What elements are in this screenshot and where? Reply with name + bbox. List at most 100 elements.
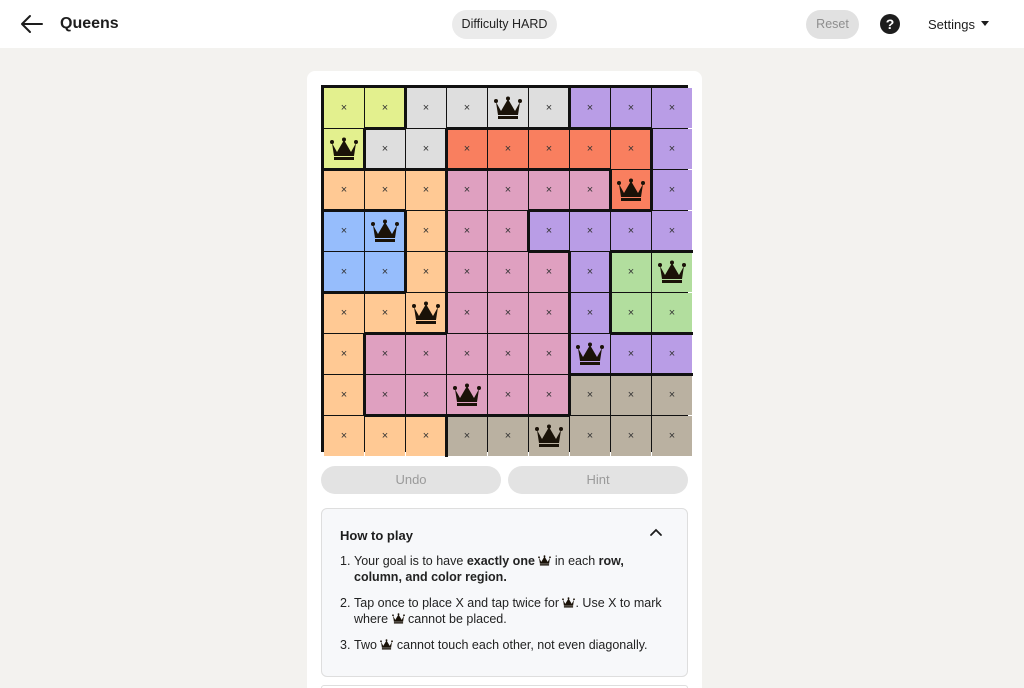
board-cell[interactable]: × [611,252,651,292]
board-cell[interactable]: × [570,88,610,128]
board-cell[interactable]: × [611,375,651,415]
x-mark: × [340,430,348,442]
board-cell[interactable]: × [365,252,405,292]
board-cell[interactable]: × [324,416,364,456]
board-cell[interactable]: × [611,88,651,128]
board-cell[interactable]: × [406,88,446,128]
board-cell[interactable] [406,293,446,333]
x-mark: × [545,184,553,196]
board-cell[interactable]: × [365,334,405,374]
board-cell[interactable]: × [447,170,487,210]
board-cell[interactable] [447,375,487,415]
board-cell[interactable]: × [652,375,692,415]
board-cell[interactable]: × [324,293,364,333]
reset-button[interactable]: Reset [806,10,859,39]
x-mark: × [422,225,430,237]
board-cell[interactable] [324,129,364,169]
x-mark: × [422,266,430,278]
board-cell[interactable]: × [570,252,610,292]
x-mark: × [668,389,676,401]
board-cell[interactable]: × [488,416,528,456]
board-cell[interactable] [529,416,569,456]
board-cell[interactable]: × [652,334,692,374]
board-cell[interactable]: × [611,416,651,456]
hint-button[interactable]: Hint [508,466,688,494]
board-cell[interactable]: × [529,334,569,374]
board-cell[interactable]: × [652,416,692,456]
board-cell[interactable]: × [529,211,569,251]
board-cell[interactable]: × [488,293,528,333]
board-cell[interactable]: × [570,293,610,333]
board-cell[interactable]: × [488,375,528,415]
board-cell[interactable]: × [488,334,528,374]
board-cell[interactable]: × [488,129,528,169]
board-cell[interactable]: × [365,293,405,333]
board-cell[interactable]: × [529,129,569,169]
board-cell[interactable]: × [611,334,651,374]
x-mark: × [627,389,635,401]
board-cell[interactable] [365,211,405,251]
board-cell[interactable]: × [447,416,487,456]
board-cell[interactable]: × [447,252,487,292]
board-cell[interactable]: × [652,129,692,169]
board-cell[interactable]: × [570,375,610,415]
board-cell[interactable]: × [652,211,692,251]
help-icon[interactable]: ? [880,14,900,34]
chevron-up-icon[interactable] [649,527,663,537]
board-cell[interactable]: × [447,211,487,251]
board-cell[interactable]: × [529,293,569,333]
board-cell[interactable]: × [570,211,610,251]
board-cell[interactable]: × [324,211,364,251]
board-cell[interactable]: × [324,170,364,210]
board-cell[interactable]: × [406,334,446,374]
board-cell[interactable] [611,170,651,210]
back-arrow-icon[interactable] [18,12,46,36]
x-mark: × [381,143,389,155]
board-cell[interactable]: × [406,252,446,292]
board-cell[interactable]: × [365,170,405,210]
board-cell[interactable] [488,88,528,128]
board-cell[interactable]: × [324,252,364,292]
board-cell[interactable]: × [611,211,651,251]
board-cell[interactable]: × [406,416,446,456]
x-mark: × [381,266,389,278]
board-cell[interactable]: × [488,211,528,251]
board-cell[interactable]: × [570,129,610,169]
board-cell[interactable]: × [406,375,446,415]
board-cell[interactable]: × [611,293,651,333]
board-cell[interactable]: × [529,252,569,292]
board-cell[interactable]: × [406,129,446,169]
board-cell[interactable]: × [652,293,692,333]
board-cell[interactable]: × [406,170,446,210]
board-cell[interactable]: × [570,170,610,210]
board-cell[interactable]: × [447,293,487,333]
board-cell[interactable]: × [652,88,692,128]
board-cell[interactable]: × [365,88,405,128]
board-cell[interactable]: × [529,170,569,210]
x-mark: × [545,266,553,278]
board-cell[interactable]: × [529,375,569,415]
board-cell[interactable]: × [529,88,569,128]
board-cell[interactable]: × [447,334,487,374]
board-cell[interactable]: × [365,375,405,415]
board-cell[interactable]: × [611,129,651,169]
x-mark: × [340,348,348,360]
board-cell[interactable]: × [488,252,528,292]
board-cell[interactable]: × [406,211,446,251]
crown-icon [380,639,394,650]
x-mark: × [545,143,553,155]
board-cell[interactable]: × [324,334,364,374]
undo-button[interactable]: Undo [321,466,501,494]
board-cell[interactable]: × [570,416,610,456]
board-cell[interactable] [570,334,610,374]
board-cell[interactable]: × [652,170,692,210]
board-cell[interactable]: × [365,129,405,169]
board-cell[interactable]: × [447,129,487,169]
board-cell[interactable]: × [365,416,405,456]
board-cell[interactable]: × [488,170,528,210]
board-cell[interactable] [652,252,692,292]
board-cell[interactable]: × [447,88,487,128]
board-cell[interactable]: × [324,375,364,415]
settings-menu[interactable]: Settings [928,17,989,33]
board-cell[interactable]: × [324,88,364,128]
